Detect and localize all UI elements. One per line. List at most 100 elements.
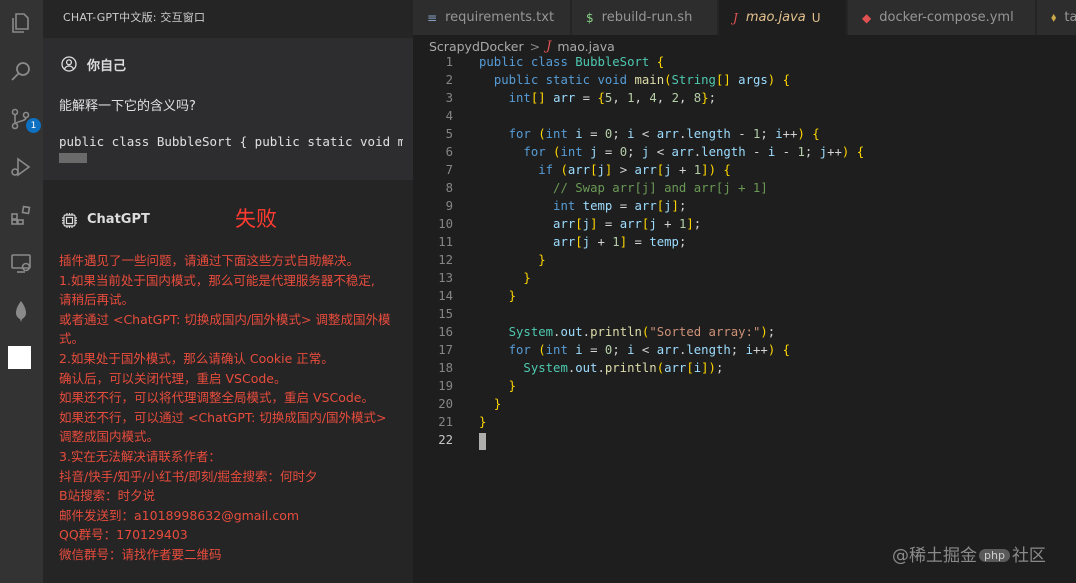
tab-mao-java[interactable]: J mao.java U [719, 0, 847, 35]
code-text: int temp = arr[j]; [553, 199, 687, 213]
code-scrollbar[interactable] [59, 153, 87, 163]
line-number: 11 [438, 235, 453, 249]
editor-tabs: ≡ requirements.txt $ rebuild-run.sh J ma… [413, 0, 1076, 35]
line-number: 15 [438, 307, 453, 321]
text-cursor [479, 433, 486, 450]
extensions-icon[interactable] [6, 200, 36, 230]
error-message-line: 式。 [59, 331, 85, 347]
code-line[interactable]: 5 for (int i = 0; i < arr.length - 1; i+… [413, 127, 1076, 145]
breadcrumb-file[interactable]: mao.java [557, 39, 614, 54]
explorer-icon[interactable] [6, 8, 36, 38]
code-line[interactable]: 19 } [413, 379, 1076, 397]
java-file-icon: J [546, 38, 552, 54]
code-text: // Swap arr[j] and arr[j + 1] [553, 181, 768, 195]
code-line[interactable]: 6 for (int j = 0; j < arr.length - i - 1… [413, 145, 1076, 163]
mongodb-leaf-icon[interactable] [6, 296, 36, 326]
run-debug-icon[interactable] [6, 152, 36, 182]
code-line[interactable]: 2 public static void main(String[] args)… [413, 73, 1076, 91]
tab-label: requirements.txt [445, 10, 555, 25]
error-message-line: 2.如果处于国外模式，那么请确认 Cookie 正常。 [59, 350, 334, 366]
code-line[interactable]: 4 [413, 109, 1076, 127]
fail-label: 失败 [235, 207, 277, 231]
code-line[interactable]: 16 System.out.println("Sorted array:"); [413, 325, 1076, 343]
user-name: 你自己 [87, 59, 127, 74]
code-line[interactable]: 22 [413, 433, 1076, 451]
tab-rebuild-run[interactable]: $ rebuild-run.sh [572, 0, 718, 35]
line-number: 6 [445, 145, 453, 159]
watermark-suffix: 社区 [1011, 546, 1046, 566]
code-line[interactable]: 3 int[] arr = {5, 1, 4, 2, 8}; [413, 91, 1076, 109]
source-control-icon[interactable]: 1 [6, 104, 41, 134]
code-line[interactable]: 11 arr[j + 1] = temp; [413, 235, 1076, 253]
code-text: } [493, 397, 502, 411]
line-number: 13 [438, 271, 453, 285]
chatgpt-chip-icon [62, 213, 77, 228]
file-icon: ⬧ [1051, 10, 1057, 24]
tab-overflow[interactable]: ⬧ ta [1037, 0, 1076, 35]
line-number: 7 [445, 163, 453, 177]
error-message-line: 抖音/快手/知乎/小红书/即刻/掘金搜索：何时夕 [59, 468, 318, 484]
user-question: 能解释一下它的含义吗? [59, 99, 196, 114]
tab-docker-compose[interactable]: ◆ docker-compose.yml [848, 0, 1036, 35]
code-line[interactable]: 18 System.out.println(arr[i]); [413, 361, 1076, 379]
line-number: 10 [438, 217, 453, 231]
breadcrumb-folder[interactable]: ScrapydDocker [429, 39, 524, 54]
error-message-line: 插件遇见了一些问题，请通过下面这些方式自助解决。 [59, 253, 360, 268]
tab-label: docker-compose.yml [879, 10, 1014, 25]
code-line[interactable]: 1 public class BubbleSort { [413, 55, 1076, 73]
line-number: 12 [438, 253, 453, 267]
code-line[interactable]: 14 } [413, 289, 1076, 307]
line-number: 20 [438, 397, 453, 411]
chatgpt-panel: CHAT-GPT中文版: 交互窗口 你自己 能解释一下它的含义吗? public… [43, 0, 413, 583]
code-text: arr[j] = arr[j + 1]; [553, 217, 702, 231]
watermark: @稀土掘金 php 社区 [892, 541, 1046, 566]
line-number: 16 [438, 325, 453, 339]
user-code-snippet: public class BubbleSort { public static … [59, 134, 403, 149]
tab-requirements[interactable]: ≡ requirements.txt [413, 0, 571, 35]
user-message: 你自己 能解释一下它的含义吗? public class BubbleSort … [43, 38, 413, 180]
code-editor[interactable]: 1 public class BubbleSort {2 public stati… [413, 55, 1076, 583]
code-line[interactable]: 9 int temp = arr[j]; [413, 199, 1076, 217]
code-text: for (int i = 0; i < arr.length; i++) { [508, 343, 791, 357]
php-badge: php [979, 549, 1010, 562]
line-number: 3 [445, 91, 453, 105]
error-message-line: 请稍后再试。 [59, 292, 135, 308]
code-line[interactable]: 8 // Swap arr[j] and arr[j + 1] [413, 181, 1076, 199]
code-line[interactable]: 10 arr[j] = arr[j + 1]; [413, 217, 1076, 235]
shell-file-icon: $ [586, 10, 594, 25]
error-message-line: 1.如果当前处于国内模式，那么可能是代理服务器不稳定, [59, 272, 375, 288]
line-number: 18 [438, 361, 453, 375]
code-line[interactable]: 7 if (arr[j] > arr[j + 1]) { [413, 163, 1076, 181]
error-message-line: 3.实在无法解决请联系作者： [59, 448, 221, 464]
code-text: } [523, 271, 531, 285]
line-number: 17 [438, 343, 453, 357]
code-line[interactable]: 15 [413, 307, 1076, 325]
code-text: System.out.println("Sorted array:"); [508, 325, 776, 339]
code-line[interactable]: 21} [413, 415, 1076, 433]
search-icon[interactable] [6, 56, 36, 86]
remote-explorer-icon[interactable] [6, 248, 36, 278]
untracked-status: U [811, 10, 821, 25]
line-number: 2 [445, 73, 453, 87]
code-text: } [508, 379, 517, 393]
tab-label: ta [1064, 10, 1076, 25]
code-line[interactable]: 13 } [413, 271, 1076, 289]
line-number: 14 [438, 289, 453, 303]
code-text: arr[j + 1] = temp; [553, 235, 687, 249]
code-text: } [508, 289, 517, 303]
code-text: for (int j = 0; j < arr.length - i - 1; … [523, 145, 865, 159]
code-line[interactable]: 12 } [413, 253, 1076, 271]
code-text: if (arr[j] > arr[j + 1]) { [538, 163, 731, 177]
extension-icon[interactable] [8, 346, 31, 369]
line-number: 9 [445, 199, 453, 213]
code-line[interactable]: 17 for (int i = 0; i < arr.length; i++) … [413, 343, 1076, 361]
tab-label: rebuild-run.sh [601, 10, 693, 25]
code-line[interactable]: 20 } [413, 397, 1076, 415]
line-number: 5 [445, 127, 453, 141]
line-number: 21 [438, 415, 453, 429]
error-message: 插件遇见了一些问题，请通过下面这些方式自助解决。 1.如果当前处于国内模式，那么可… [59, 251, 407, 565]
error-message-line: 确认后，可以关闭代理，重启 VSCode。 [59, 370, 287, 386]
code-text: public static void main(String[] args) { [493, 73, 791, 87]
error-message-line: 或者通过 <ChatGPT: 切换成国内/国外模式> 调整成国外模 [59, 311, 391, 327]
activity-bar: 1 [0, 0, 43, 583]
